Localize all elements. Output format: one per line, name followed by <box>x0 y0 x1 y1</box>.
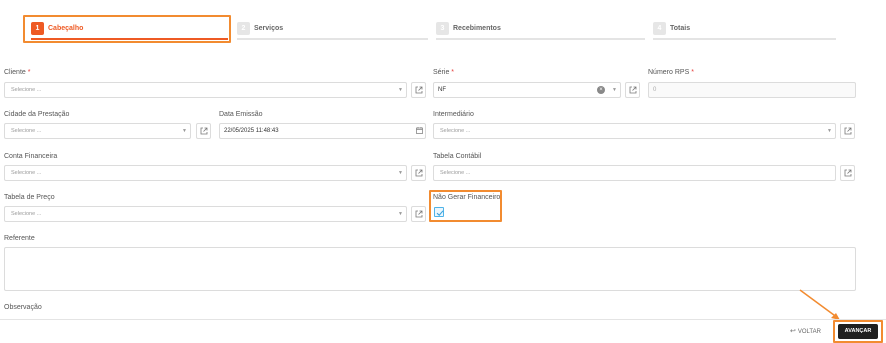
step-progress-bar <box>436 38 645 40</box>
cidade-prestacao-select[interactable]: Selecione ... ▼ <box>4 123 191 139</box>
external-link-icon <box>844 169 852 177</box>
step-number: 1 <box>31 22 44 35</box>
step-progress-bar <box>31 38 228 40</box>
referente-textarea[interactable] <box>4 247 856 291</box>
numero-rps-label: Número RPS * <box>648 69 694 76</box>
intermediario-open-button[interactable] <box>840 123 855 139</box>
calendar-icon[interactable] <box>413 124 425 138</box>
chevron-down-icon: ▼ <box>398 87 403 93</box>
chevron-down-icon: ▼ <box>398 211 403 217</box>
back-button[interactable]: ↩ VOLTAR <box>790 326 821 338</box>
step-label: Serviços <box>254 25 284 32</box>
step-totais[interactable]: 4 Totais <box>653 22 836 42</box>
tabela-preco-label: Tabela de Preço <box>4 194 55 201</box>
step-progress-bar <box>653 38 836 40</box>
required-mark: * <box>691 69 694 76</box>
required-mark: * <box>451 69 455 76</box>
intermediario-placeholder: Selecione ... <box>440 128 471 134</box>
conta-financeira-open-button[interactable] <box>411 165 426 181</box>
chevron-down-icon: ▼ <box>182 128 187 134</box>
tabela-contabil-label: Tabela Contábil <box>433 153 482 160</box>
cliente-label-text: Cliente <box>4 69 26 76</box>
clear-icon[interactable]: × <box>597 86 605 94</box>
back-button-label: VOLTAR <box>797 329 821 335</box>
step-progress-bar <box>237 38 428 40</box>
data-emissao-label: Data Emissão <box>219 111 263 118</box>
cliente-open-button[interactable] <box>411 82 426 98</box>
step-recebimentos[interactable]: 3 Recebimentos <box>436 22 645 42</box>
check-icon <box>436 210 444 216</box>
cidade-prestacao-label: Cidade da Prestação <box>4 111 70 118</box>
tabela-preco-open-button[interactable] <box>411 206 426 222</box>
observacao-label: Observação <box>4 304 42 311</box>
step-label: Recebimentos <box>453 25 501 32</box>
intermediario-select[interactable]: Selecione ... ▼ <box>433 123 836 139</box>
step-number: 3 <box>436 22 449 35</box>
chevron-down-icon: ▼ <box>398 170 403 176</box>
serie-value: NF <box>438 87 446 93</box>
serie-label-text: Série <box>433 69 450 76</box>
step-label: Cabeçalho <box>48 25 84 32</box>
cliente-placeholder: Selecione ... <box>11 87 42 93</box>
chevron-down-icon: ▼ <box>612 87 617 93</box>
step-label: Totais <box>670 25 691 32</box>
external-link-icon <box>629 86 637 94</box>
nao-gerar-financeiro-checkbox[interactable] <box>434 207 444 217</box>
external-link-icon <box>844 127 852 135</box>
tabela-contabil-placeholder: Selecione ... <box>440 170 471 176</box>
step-servicos[interactable]: 2 Serviços <box>237 22 428 42</box>
cidade-prestacao-open-button[interactable] <box>196 123 211 139</box>
numero-rps-label-text: Número RPS <box>648 69 690 76</box>
footer-bar: ↩ VOLTAR AVANÇAR <box>0 319 886 343</box>
intermediario-label: Intermediário <box>433 111 474 118</box>
referente-label: Referente <box>4 235 35 242</box>
tabela-contabil-select[interactable]: Selecione ... <box>433 165 836 181</box>
back-arrow-icon: ↩ <box>790 328 796 335</box>
conta-financeira-placeholder: Selecione ... <box>11 170 42 176</box>
serie-label: Série * <box>433 69 454 76</box>
numero-rps-value: 0 <box>653 87 657 93</box>
external-link-icon <box>200 127 208 135</box>
next-button-highlight <box>833 320 883 343</box>
conta-financeira-label: Conta Financeira <box>4 153 58 160</box>
external-link-icon <box>415 169 423 177</box>
data-emissao-field[interactable]: 22/05/2025 11:48:43 <box>219 123 426 139</box>
tabela-contabil-open-button[interactable] <box>840 165 855 181</box>
step-cabecalho[interactable]: 1 Cabeçalho <box>31 22 228 42</box>
step-number: 2 <box>237 22 250 35</box>
external-link-icon <box>415 86 423 94</box>
data-emissao-value: 22/05/2025 11:48:43 <box>224 128 279 134</box>
tabela-preco-select[interactable]: Selecione ... ▼ <box>4 206 407 222</box>
conta-financeira-select[interactable]: Selecione ... ▼ <box>4 165 407 181</box>
external-link-icon <box>415 210 423 218</box>
serie-select[interactable]: NF × ▼ <box>433 82 621 98</box>
tabela-preco-placeholder: Selecione ... <box>11 211 42 217</box>
numero-rps-field[interactable]: 0 <box>648 82 856 98</box>
cliente-select[interactable]: Selecione ... ▼ <box>4 82 407 98</box>
cliente-label: Cliente * <box>4 69 30 76</box>
chevron-down-icon: ▼ <box>827 128 832 134</box>
serie-open-button[interactable] <box>625 82 640 98</box>
nao-gerar-financeiro-label: Não Gerar Financeiro <box>433 194 501 201</box>
step-number: 4 <box>653 22 666 35</box>
cidade-prestacao-placeholder: Selecione ... <box>11 128 42 134</box>
required-mark: * <box>27 69 31 76</box>
